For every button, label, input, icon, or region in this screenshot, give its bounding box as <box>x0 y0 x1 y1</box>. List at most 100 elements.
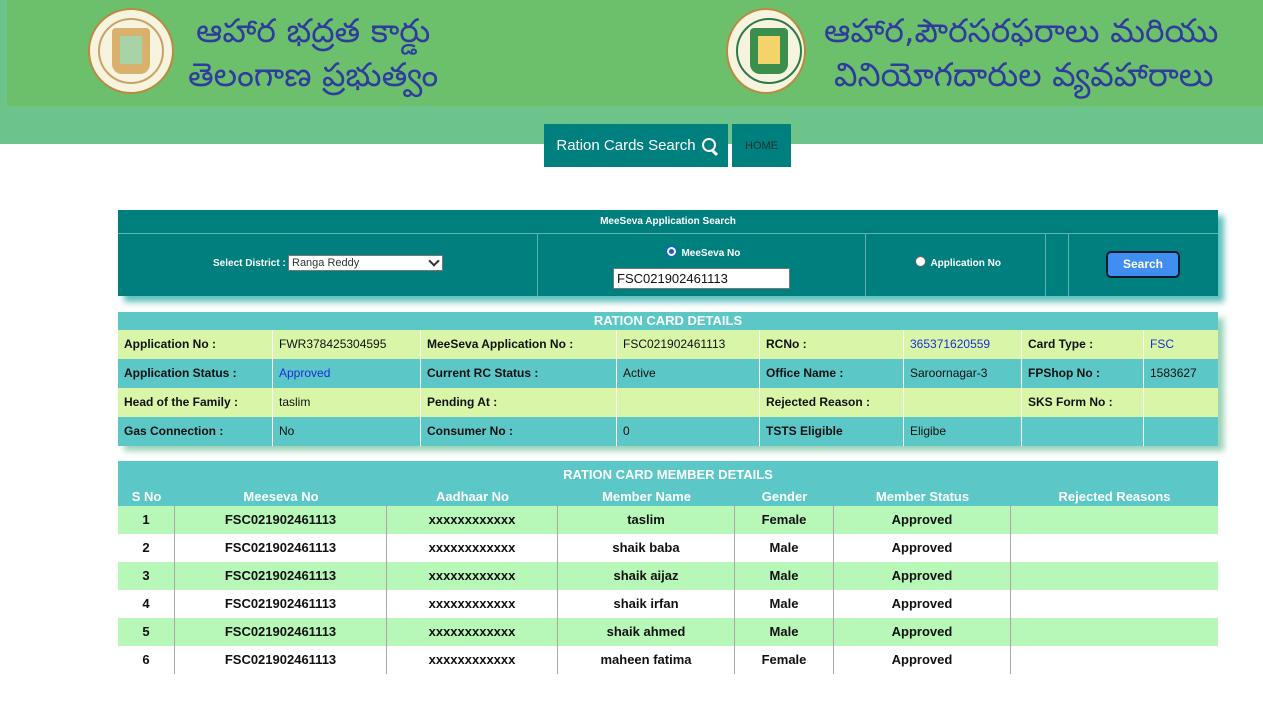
table-cell: shaik ahmed <box>558 618 735 646</box>
detail-label: FPShop No : <box>1022 359 1144 388</box>
detail-value: FWR378425304595 <box>273 330 421 359</box>
search-icon <box>701 137 716 152</box>
table-cell <box>1011 534 1218 562</box>
detail-label: Gas Connection : <box>118 417 273 446</box>
table-cell <box>1011 618 1218 646</box>
table-cell: Approved <box>834 562 1011 590</box>
table-cell: taslim <box>558 506 735 534</box>
table-row: 1 FSC021902461113 xxxxxxxxxxxx taslim Female… <box>118 506 1218 534</box>
meeseva-search-title: MeeSeva Application Search <box>118 210 1218 234</box>
table-cell: xxxxxxxxxxxx <box>387 562 558 590</box>
table-cell: FSC021902461113 <box>175 562 387 590</box>
table-cell <box>1011 590 1218 618</box>
detail-value: 0 <box>617 417 760 446</box>
table-cell: Approved <box>834 618 1011 646</box>
district-select[interactable]: Ranga Reddy <box>288 255 443 271</box>
detail-value <box>1144 388 1218 417</box>
ration-card-detail-row: Application Status : Approved Current RC S… <box>118 359 1218 388</box>
table-cell: 4 <box>118 590 175 618</box>
detail-value: 1583627 <box>1150 366 1197 380</box>
detail-label: Head of the Family : <box>118 388 273 417</box>
table-cell <box>1011 562 1218 590</box>
table-cell: 2 <box>118 534 175 562</box>
table-cell: shaik baba <box>558 534 735 562</box>
detail-label: RCNo : <box>760 330 904 359</box>
member-table-header: S No Meeseva No Aadhaar No Member Name Gende… <box>118 488 1218 506</box>
table-cell <box>1011 646 1218 674</box>
table-cell: shaik irfan <box>558 590 735 618</box>
meeseva-no-input[interactable]: FSC021902461113 <box>613 268 790 289</box>
column-header: Aadhaar No <box>436 489 509 504</box>
table-cell: shaik aijaz <box>558 562 735 590</box>
table-cell: Male <box>735 618 834 646</box>
detail-value: No <box>273 417 421 446</box>
member-details-title: RATION CARD MEMBER DETAILS <box>118 461 1218 488</box>
table-cell: xxxxxxxxxxxx <box>387 646 558 674</box>
detail-value: Active <box>617 359 760 388</box>
meeseva-no-radio[interactable] <box>666 246 677 258</box>
table-cell: Approved <box>834 534 1011 562</box>
header-title-consumer-affairs: వినియోగదారుల వ్యవహారాలు <box>834 55 1214 94</box>
column-header: Gender <box>761 489 808 504</box>
table-cell: xxxxxxxxxxxx <box>387 506 558 534</box>
detail-label: Pending At : <box>421 388 617 417</box>
table-row: 3 FSC021902461113 xxxxxxxxxxxx shaik aijaz M… <box>118 562 1218 590</box>
ration-card-detail-row: Gas Connection : No Consumer No :0 TSTS Eli… <box>118 417 1218 446</box>
table-cell: Approved <box>834 646 1011 674</box>
detail-label: MeeSeva Application No : <box>421 330 617 359</box>
detail-value: 365371620559 <box>904 330 1022 359</box>
header-title-civil-supplies: ఆహార,పౌరసరఫరాలు మరియు <box>824 11 1219 50</box>
search-button[interactable]: Search <box>1106 251 1180 278</box>
table-cell: xxxxxxxxxxxx <box>387 534 558 562</box>
detail-value <box>1144 417 1218 446</box>
table-cell: 3 <box>118 562 175 590</box>
meeseva-no-radio-label: MeeSeva No <box>681 248 741 259</box>
table-row: 6 FSC021902461113 xxxxxxxxxxxx maheen fatim… <box>118 646 1218 674</box>
ration-cards-search-label: Ration Cards Search <box>556 137 696 154</box>
district-select-value: Ranga Reddy <box>292 257 360 269</box>
detail-label: TSTS Eligible <box>760 417 904 446</box>
table-cell: Female <box>735 506 834 534</box>
telangana-emblem-icon <box>88 8 174 94</box>
meeseva-search-panel: MeeSeva Application Search Select Distri… <box>118 210 1218 296</box>
table-cell: FSC021902461113 <box>175 506 387 534</box>
ration-card-details-panel: RATION CARD DETAILS Application No : FWR3… <box>118 312 1218 446</box>
table-row: 4 FSC021902461113 xxxxxxxxxxxx shaik irfan M… <box>118 590 1218 618</box>
detail-label <box>1022 417 1144 446</box>
column-header: Rejected Reasons <box>1058 489 1171 504</box>
detail-label: Current RC Status : <box>421 359 617 388</box>
table-cell: xxxxxxxxxxxx <box>387 618 558 646</box>
detail-value: taslim <box>273 388 421 417</box>
district-cell: Select District : Ranga Reddy <box>118 233 538 296</box>
table-cell: Approved <box>834 590 1011 618</box>
table-cell: FSC021902461113 <box>175 534 387 562</box>
column-header: Member Status <box>875 489 970 504</box>
detail-label: Application Status : <box>118 359 273 388</box>
table-cell: Female <box>735 646 834 674</box>
detail-label: Application No : <box>118 330 273 359</box>
table-cell: xxxxxxxxxxxx <box>387 590 558 618</box>
meeseva-no-cell: MeeSeva No FSC021902461113 <box>538 233 866 296</box>
detail-label: SKS Form No : <box>1022 388 1144 417</box>
table-cell: 6 <box>118 646 175 674</box>
ration-cards-search-button[interactable]: Ration Cards Search <box>544 124 728 167</box>
detail-value: Approved <box>273 359 421 388</box>
ration-card-detail-row: Head of the Family : taslim Pending At : Re… <box>118 388 1218 417</box>
application-no-radio-label: Application No <box>930 258 1002 269</box>
detail-label: Consumer No : <box>421 417 617 446</box>
ration-card-details-title: RATION CARD DETAILS <box>118 312 1218 330</box>
application-no-cell: Application No <box>866 233 1046 296</box>
header-title-food-security-card: ఆహార భద్రత కార్డు <box>196 11 431 50</box>
table-cell <box>1011 506 1218 534</box>
detail-value <box>904 388 1022 417</box>
detail-label: Card Type : <box>1022 330 1144 359</box>
application-no-radio[interactable] <box>915 256 926 268</box>
table-cell: 1 <box>118 506 175 534</box>
header-title-telangana-government: తెలంగాణ ప్రభుత్వం <box>188 55 439 94</box>
ration-card-detail-row: Application No : FWR378425304595 MeeSeva A… <box>118 330 1218 359</box>
table-row: 2 FSC021902461113 xxxxxxxxxxxx shaik baba Ma… <box>118 534 1218 562</box>
detail-value <box>617 388 760 417</box>
table-cell: FSC021902461113 <box>175 646 387 674</box>
home-button[interactable]: HOME <box>732 124 791 167</box>
table-cell: Approved <box>834 506 1011 534</box>
